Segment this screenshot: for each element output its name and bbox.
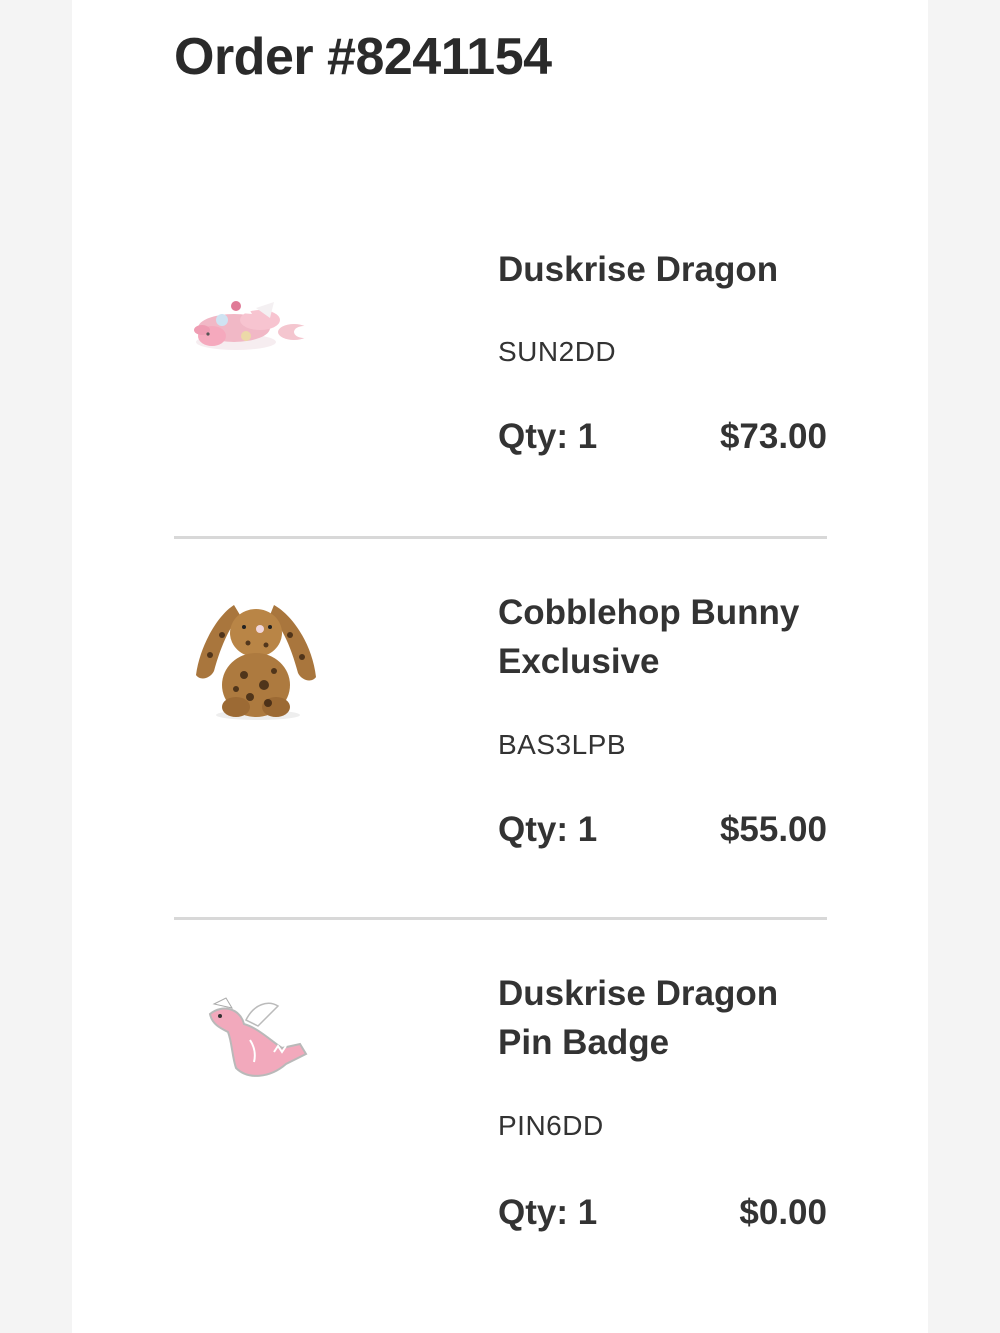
item-quantity: Qty: 1 — [498, 417, 598, 456]
item-name[interactable]: Cobblehop Bunny Exclusive — [498, 588, 828, 686]
item-price: $73.00 — [719, 417, 827, 456]
item-divider — [174, 917, 827, 920]
leopard-bunny-plush-icon[interactable] — [174, 585, 344, 755]
item-price: $0.00 — [739, 1193, 827, 1232]
pink-dragon-plush-icon[interactable] — [174, 250, 344, 420]
item-sku: BAS3LPB — [498, 729, 627, 760]
item-name[interactable]: Duskrise Dragon — [498, 245, 828, 294]
order-item[interactable]: Duskrise Dragon SUN2DD Qty: 1 $73.00 — [174, 240, 827, 490]
order-item[interactable]: Duskrise Dragon Pin Badge PIN6DD Qty: 1 … — [174, 968, 827, 1268]
item-price: $55.00 — [719, 810, 827, 849]
item-sku: SUN2DD — [498, 336, 617, 367]
item-divider — [174, 536, 827, 539]
item-quantity: Qty: 1 — [498, 810, 598, 849]
page-title: Order #8241154 — [174, 28, 552, 86]
item-quantity: Qty: 1 — [498, 1193, 598, 1232]
dragon-pin-badge-icon[interactable] — [174, 968, 344, 1138]
order-item[interactable]: Cobblehop Bunny Exclusive BAS3LPB Qty: 1… — [174, 585, 827, 885]
item-sku: PIN6DD — [498, 1110, 604, 1141]
item-name[interactable]: Duskrise Dragon Pin Badge — [498, 969, 828, 1067]
